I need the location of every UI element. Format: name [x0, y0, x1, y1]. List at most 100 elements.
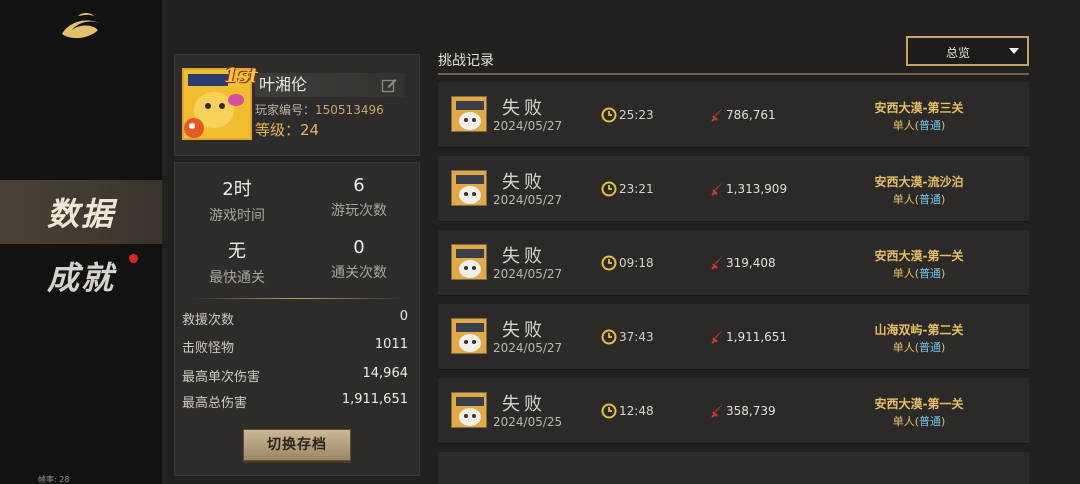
nav-item-data[interactable]: 数据 [0, 180, 162, 244]
records-title-underline [438, 73, 1029, 75]
notification-dot [129, 254, 138, 263]
stat-play-count-label: 游玩次数 [331, 203, 387, 219]
character-thumbnail [451, 96, 487, 132]
record-stage: 安西大漠-流沙泊 [874, 175, 964, 189]
record-mode: 单人(普通) [892, 119, 946, 132]
chevron-down-icon [1009, 48, 1019, 54]
record-mode: 单人(普通) [892, 267, 946, 280]
stat-row-value: 1011 [374, 337, 408, 352]
record-difficulty: 普通 [919, 267, 941, 280]
edit-icon[interactable] [381, 77, 397, 93]
record-difficulty: 普通 [919, 341, 941, 354]
stat-row-max-total-damage: 最高总伤害 1,911,651 [182, 392, 408, 411]
record-mode-type: 单人 [892, 119, 915, 132]
record-mode-type: 单人 [892, 267, 915, 280]
sword-icon [711, 256, 723, 270]
record-difficulty: 普通 [919, 415, 941, 428]
record-date: 2024/05/27 [493, 193, 563, 207]
record-stage: 山海双屿-第二关 [874, 323, 964, 337]
main-panel: 1st 叶湘伦 玩家编号：150513496 等级：24 2时 游戏时间 6 游… [162, 0, 1080, 484]
record-time: 09:18 [619, 256, 654, 270]
record-stage: 安西大漠-第一关 [874, 397, 964, 411]
record-row-partial[interactable] [438, 452, 1029, 484]
record-result: 失败 [502, 172, 546, 193]
record-date: 2024/05/27 [493, 267, 563, 281]
sword-icon [711, 108, 723, 122]
stat-clear-count-label: 通关次数 [331, 265, 387, 281]
clock-icon [601, 181, 617, 197]
stat-row-label: 最高总伤害 [182, 396, 248, 411]
player-id-value: 150513496 [315, 103, 384, 117]
character-portrait-icon [452, 245, 486, 279]
stat-row-value: 14,964 [362, 366, 409, 381]
record-row[interactable]: 失败 2024/05/27 25:23 786,761 安西大漠-第三关 单人(… [438, 82, 1029, 148]
stat-row-value: 0 [399, 309, 408, 324]
character-portrait-icon [452, 171, 486, 205]
nav-item-achievements-label: 成就 [46, 259, 115, 297]
stats-divider [193, 298, 403, 299]
record-difficulty: 普通 [919, 193, 941, 206]
player-id: 玩家编号：150513496 [255, 101, 384, 118]
record-damage: 1,911,651 [726, 330, 788, 344]
record-result: 失败 [502, 394, 546, 415]
record-time: 25:23 [619, 108, 654, 122]
record-stage: 安西大漠-第三关 [874, 101, 964, 115]
record-date: 2024/05/27 [493, 119, 563, 133]
stat-play-time: 2时 游戏时间 [177, 175, 297, 225]
record-row[interactable]: 失败 2024/05/25 12:48 358,739 安西大漠-第一关 单人(… [438, 378, 1029, 444]
records-filter-dropdown[interactable]: 总览 [906, 36, 1029, 66]
sword-icon [711, 182, 723, 196]
record-damage: 1,313,909 [726, 182, 788, 196]
fps-counter: 帧率: 28 [38, 475, 70, 484]
stat-clear-count: 0 通关次数 [299, 237, 419, 282]
record-date: 2024/05/25 [493, 415, 563, 429]
records-list[interactable]: 失败 2024/05/27 25:23 786,761 安西大漠-第三关 单人(… [438, 80, 1029, 484]
character-portrait-icon [452, 393, 486, 427]
record-mode: 单人(普通) [892, 193, 946, 206]
stat-row-label: 救援次数 [182, 313, 235, 328]
character-thumbnail [451, 318, 487, 354]
record-row[interactable]: 失败 2024/05/27 37:43 1,911,651 山海双屿-第二关 单… [438, 304, 1029, 370]
swirl-logo-icon [62, 13, 100, 39]
character-portrait-icon [452, 319, 486, 353]
stat-play-count-value: 6 [353, 175, 365, 196]
record-mode-type: 单人 [892, 415, 915, 428]
stat-row-value: 1,911,651 [341, 392, 408, 407]
character-thumbnail [451, 244, 487, 280]
record-row[interactable]: 失败 2024/05/27 23:21 1,313,909 安西大漠-流沙泊 单… [438, 156, 1029, 222]
switch-save-button[interactable]: 切换存档 [243, 429, 351, 461]
stat-row-monsters-defeated: 击败怪物 1011 [182, 337, 408, 356]
record-result: 失败 [502, 246, 546, 267]
sword-icon [711, 404, 723, 418]
left-nav: 数据 成就 帧率: 28 [0, 0, 162, 484]
character-portrait-icon [452, 97, 486, 131]
record-result: 失败 [502, 98, 546, 119]
stat-row-label: 最高单次伤害 [182, 370, 261, 385]
player-level: 等级：24 [255, 119, 319, 140]
records-filter-selected: 总览 [945, 46, 970, 60]
nav-item-achievements[interactable]: 成就 [0, 244, 162, 308]
nav-item-data-label: 数据 [46, 195, 115, 233]
record-row[interactable]: 失败 2024/05/27 09:18 319,408 安西大漠-第一关 单人(… [438, 230, 1029, 296]
clock-icon [601, 107, 617, 123]
clock-icon [601, 255, 617, 271]
sword-icon [711, 330, 723, 344]
record-stage: 安西大漠-第一关 [874, 249, 964, 263]
stat-clear-count-value: 0 [353, 237, 365, 258]
record-mode: 单人(普通) [892, 415, 946, 428]
record-time: 37:43 [619, 330, 654, 344]
character-thumbnail [451, 170, 487, 206]
record-damage: 786,761 [726, 108, 776, 122]
player-name-bar: 叶湘伦 [255, 73, 405, 97]
stat-play-count: 6 游玩次数 [299, 175, 419, 220]
record-time: 23:21 [619, 182, 654, 196]
player-level-value: 24 [300, 121, 320, 139]
record-mode: 单人(普通) [892, 341, 946, 354]
record-damage: 319,408 [726, 256, 776, 270]
clock-icon [601, 403, 617, 419]
record-mode-type: 单人 [892, 341, 915, 354]
record-date: 2024/05/27 [493, 341, 563, 355]
clock-icon [601, 329, 617, 345]
records-title: 挑战记录 [438, 53, 494, 69]
player-id-label: 玩家编号： [255, 103, 316, 117]
